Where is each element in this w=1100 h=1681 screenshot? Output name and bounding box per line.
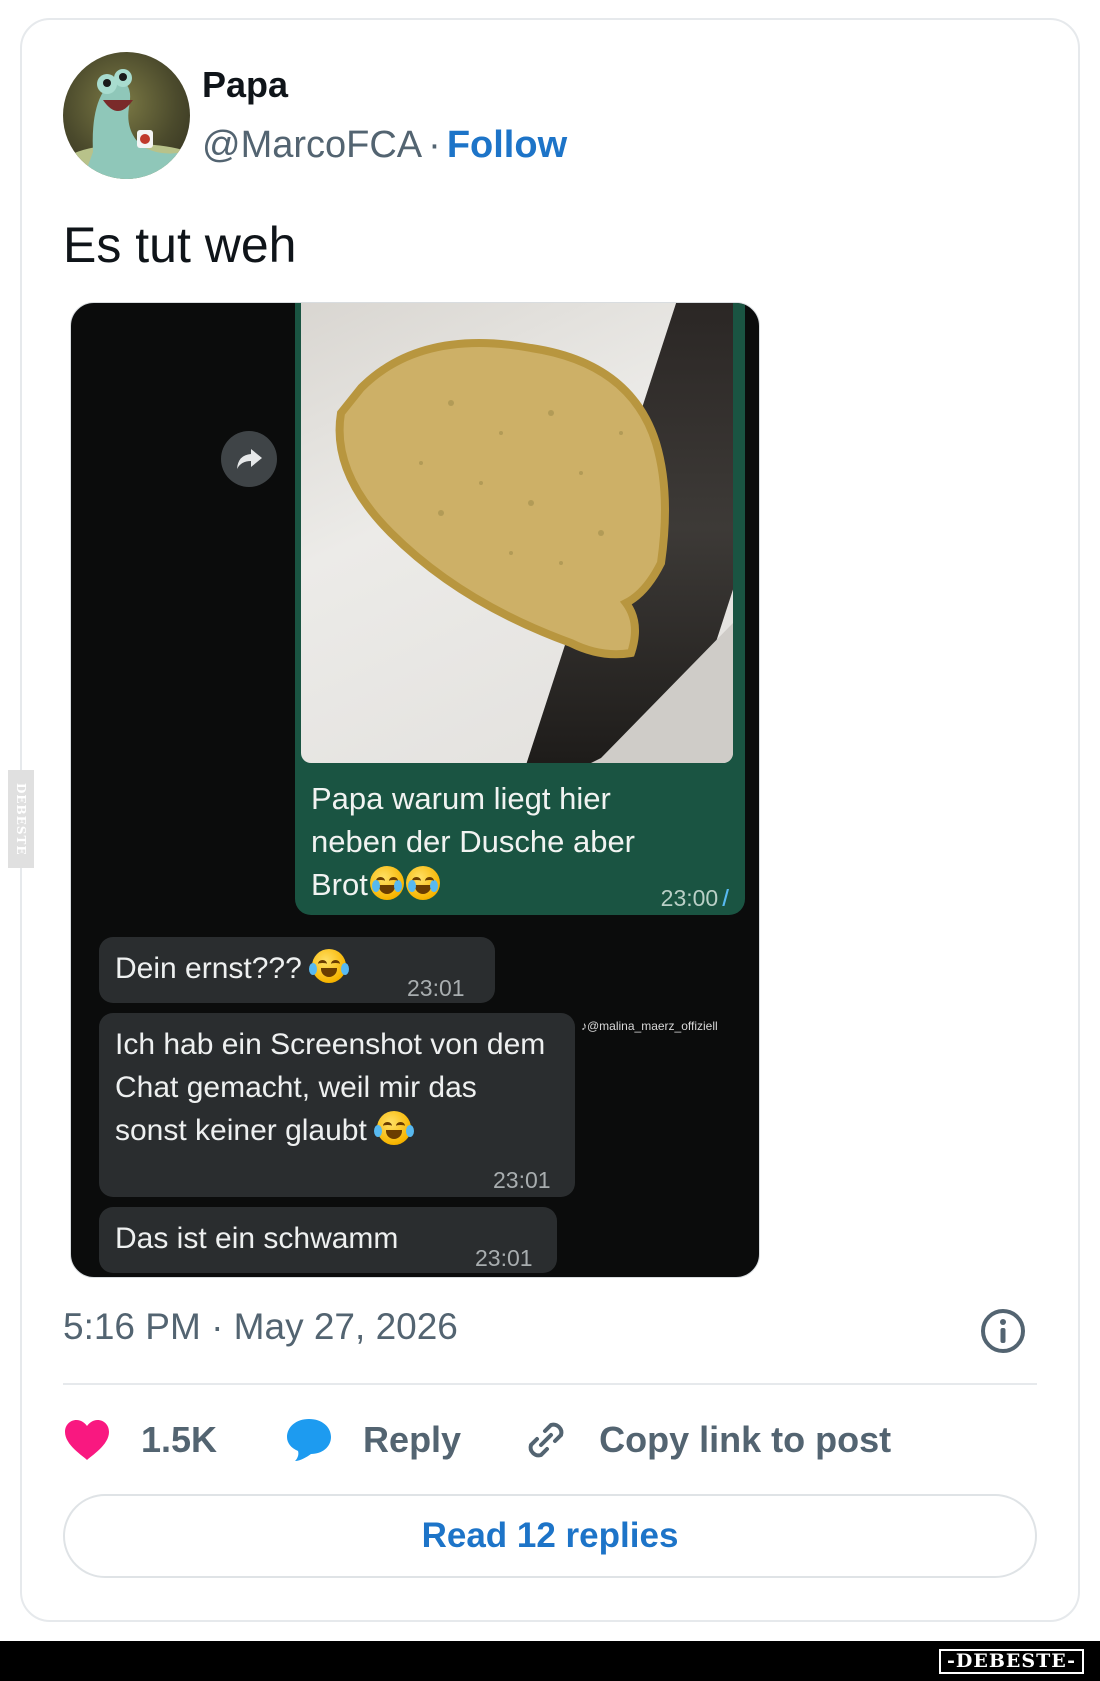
tweet-text: Es tut weh	[63, 217, 297, 273]
incoming-message-text: Dein ernst???	[115, 952, 302, 985]
incoming-message-time: 23:01	[407, 975, 465, 1001]
follow-button[interactable]: Follow	[447, 124, 567, 166]
outgoing-message: Papa warum liegt hier neben der Dusche a…	[295, 303, 745, 915]
bottom-watermark-bar: -DEBESTE-	[0, 1641, 1100, 1681]
bread-photo	[301, 303, 733, 763]
tweet-timestamp[interactable]: 5:16 PM · May 27, 2026	[63, 1306, 458, 1348]
avatar[interactable]	[63, 52, 190, 179]
incoming-message-time: 23:01	[475, 1245, 533, 1271]
like-count: 1.5K	[141, 1419, 218, 1460]
side-watermark-text: DEBESTE	[14, 782, 28, 856]
incoming-message-time: 23:01	[493, 1167, 551, 1193]
read-ticks-icon: //	[722, 885, 727, 911]
incoming-message-text: Ich hab ein Screenshot von dem Chat gema…	[115, 1028, 546, 1147]
outgoing-time-label: 23:00	[660, 885, 719, 911]
author-handle[interactable]: @MarcoFCA	[202, 124, 422, 166]
outgoing-message-text: Papa warum liegt hier neben der Dusche a…	[311, 777, 691, 906]
crying-emoji-icon	[369, 866, 404, 900]
laughing-tears-emoji-icon	[309, 949, 350, 983]
reply-label: Reply	[363, 1419, 462, 1460]
heart-icon	[65, 1420, 109, 1460]
incoming-message-text: Das ist ein schwamm	[115, 1222, 399, 1255]
forward-icon[interactable]	[221, 431, 277, 487]
incoming-message: Dein ernst??? 23:01	[99, 937, 495, 1003]
reply-button[interactable]: Reply	[285, 1417, 461, 1463]
like-button[interactable]: 1.5K	[63, 1418, 217, 1462]
author-name[interactable]: Papa	[202, 64, 288, 106]
tiktok-watermark: ♪@malina_maerz_offiziell	[581, 1019, 718, 1033]
incoming-message: Das ist ein schwamm 23:01	[99, 1207, 557, 1273]
divider	[63, 1383, 1037, 1385]
crying-emoji-icon	[405, 866, 440, 900]
copy-link-button[interactable]: Copy link to post	[523, 1417, 891, 1463]
link-icon	[528, 1422, 564, 1458]
outgoing-message-label: Papa warum liegt hier neben der Dusche a…	[311, 781, 636, 902]
separator-dot: ·	[428, 124, 441, 166]
laughing-tears-emoji-icon	[374, 1111, 415, 1145]
info-icon[interactable]	[980, 1308, 1026, 1354]
outgoing-message-time: 23:00//	[660, 885, 728, 912]
action-bar: 1.5K Reply Copy link to post	[63, 1410, 891, 1470]
side-watermark: DEBESTE	[8, 770, 34, 868]
author-handle-row: @MarcoFCA · Follow	[202, 124, 567, 167]
read-replies-button[interactable]: Read 12 replies	[63, 1494, 1037, 1578]
tweet-media[interactable]: Papa warum liegt hier neben der Dusche a…	[70, 302, 760, 1278]
copy-link-label: Copy link to post	[599, 1419, 892, 1460]
tiktok-handle: @malina_maerz_offiziell	[587, 1019, 718, 1033]
incoming-message: Ich hab ein Screenshot von dem Chat gema…	[99, 1013, 575, 1197]
brand-logo: -DEBESTE-	[939, 1649, 1084, 1674]
reply-bubble-icon	[287, 1419, 332, 1461]
